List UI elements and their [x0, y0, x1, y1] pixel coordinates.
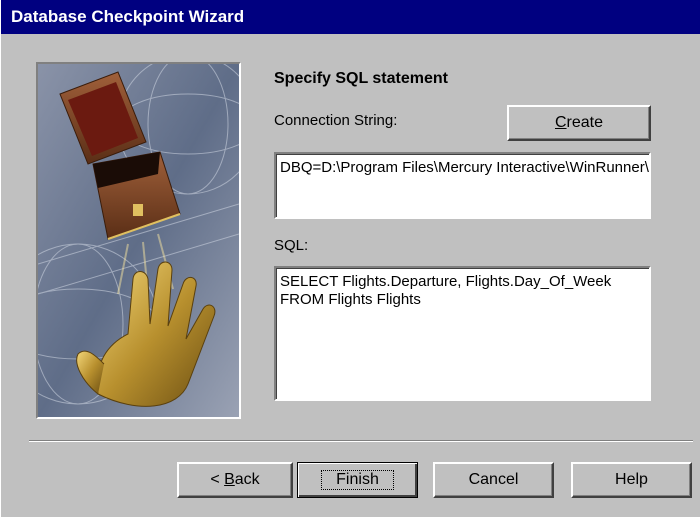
step-heading: Specify SQL statement [274, 70, 448, 87]
title-bar[interactable]: Database Checkpoint Wizard [1, 0, 700, 34]
finish-button-label: Finish [321, 470, 394, 490]
wizard-window: Database Checkpoint Wizard Specify SQL s… [0, 0, 700, 517]
create-button-label: Create [554, 114, 604, 131]
connection-string-field[interactable]: DBQ=D:\Program Files\Mercury Interactive… [274, 152, 651, 219]
create-button[interactable]: Create [507, 105, 651, 141]
cancel-button-label: Cancel [468, 471, 519, 488]
cancel-button[interactable]: Cancel [433, 462, 554, 498]
wizard-illustration [36, 62, 241, 419]
connection-string-label: Connection String: [274, 112, 398, 129]
window-title: Database Checkpoint Wizard [11, 7, 245, 26]
help-button-label: Help [615, 471, 648, 488]
finish-button[interactable]: Finish [297, 462, 418, 498]
footer-divider [29, 440, 693, 442]
back-button[interactable]: < Back [177, 462, 293, 498]
back-button-label: < Back [210, 471, 260, 488]
sql-field[interactable]: SELECT Flights.Departure, Flights.Day_Of… [274, 266, 651, 401]
sql-label: SQL: [274, 237, 309, 254]
help-button[interactable]: Help [571, 462, 692, 498]
